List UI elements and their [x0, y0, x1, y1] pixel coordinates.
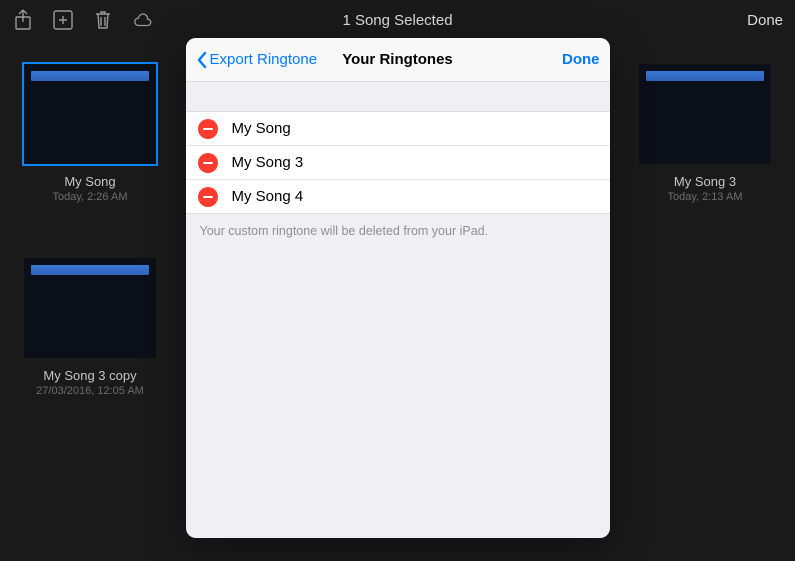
- topbar-done-button[interactable]: Done: [747, 12, 783, 29]
- ringtone-row[interactable]: My Song 3: [186, 146, 610, 180]
- back-button[interactable]: Export Ringtone: [196, 51, 318, 69]
- song-card[interactable]: My Song 3 copy 27/03/2016, 12:05 AM: [24, 258, 156, 397]
- footnote: Your custom ringtone will be deleted fro…: [186, 214, 610, 248]
- ringtone-label: My Song 4: [232, 188, 304, 205]
- trash-icon[interactable]: [92, 9, 114, 31]
- chevron-left-icon: [196, 51, 208, 69]
- track-strip-icon: [31, 265, 149, 275]
- ringtone-label: My Song 3: [232, 154, 304, 171]
- modal-header: Export Ringtone Your Ringtones Done: [186, 38, 610, 82]
- add-icon[interactable]: [52, 9, 74, 31]
- ringtone-label: My Song: [232, 120, 291, 137]
- section-spacer: [186, 82, 610, 112]
- song-thumbnail[interactable]: [24, 64, 156, 164]
- ringtone-row[interactable]: My Song: [186, 112, 610, 146]
- cloud-icon[interactable]: [132, 9, 154, 31]
- song-card[interactable]: My Song 3 Today, 2:13 AM: [639, 64, 771, 203]
- modal-done-button[interactable]: Done: [562, 51, 600, 68]
- delete-icon[interactable]: [198, 187, 218, 207]
- ringtone-list: My Song My Song 3 My Song 4: [186, 112, 610, 214]
- song-card[interactable]: My Song Today, 2:26 AM: [24, 64, 156, 203]
- back-label: Export Ringtone: [210, 51, 318, 68]
- share-icon[interactable]: [12, 9, 34, 31]
- page-title: 1 Song Selected: [342, 12, 452, 29]
- song-thumbnail[interactable]: [639, 64, 771, 164]
- track-strip-icon: [31, 71, 149, 81]
- song-meta: Today, 2:26 AM: [52, 191, 127, 203]
- song-title: My Song 3: [674, 174, 736, 189]
- topbar: 1 Song Selected Done: [0, 0, 795, 40]
- song-thumbnail[interactable]: [24, 258, 156, 358]
- song-meta: Today, 2:13 AM: [667, 191, 742, 203]
- modal-title: Your Ringtones: [342, 51, 453, 68]
- song-title: My Song 3 copy: [43, 368, 136, 383]
- song-title: My Song: [64, 174, 115, 189]
- topbar-icons: [12, 9, 154, 31]
- track-strip-icon: [646, 71, 764, 81]
- ringtones-modal: Export Ringtone Your Ringtones Done My S…: [186, 38, 610, 538]
- delete-icon[interactable]: [198, 119, 218, 139]
- delete-icon[interactable]: [198, 153, 218, 173]
- song-meta: 27/03/2016, 12:05 AM: [36, 385, 144, 397]
- ringtone-row[interactable]: My Song 4: [186, 180, 610, 214]
